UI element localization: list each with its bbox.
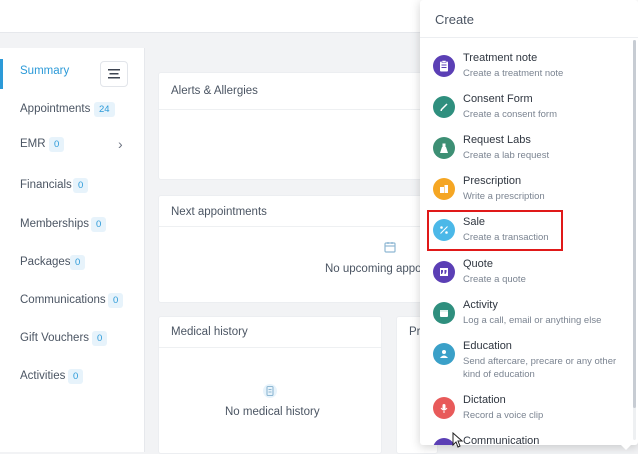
sidebar-item-summary[interactable]: Summary bbox=[0, 56, 144, 89]
card-title: Medical history bbox=[171, 326, 248, 338]
count-badge: 0 bbox=[70, 254, 86, 270]
create-menu-header: Create bbox=[435, 12, 475, 27]
sidebar-item-label: EMR bbox=[20, 138, 46, 150]
menu-item-consent-form[interactable]: Consent Form Create a consent form bbox=[420, 93, 634, 131]
count-badge: 0 bbox=[91, 216, 107, 232]
menu-item-activity[interactable]: Activity Log a call, email or anything e… bbox=[420, 299, 634, 337]
sidebar-item-memberships[interactable]: Memberships 0 bbox=[0, 209, 144, 239]
flask-icon bbox=[433, 137, 455, 159]
menu-item-title: Request Labs bbox=[463, 134, 531, 146]
count-badge: 0 bbox=[92, 330, 108, 346]
sidebar-item-label: Summary bbox=[20, 65, 70, 77]
sidebar-item-label: Gift Vouchers bbox=[20, 332, 90, 344]
menu-item-title: Dictation bbox=[463, 394, 506, 406]
sidebar-item-gift-vouchers[interactable]: Gift Vouchers 0 bbox=[0, 323, 144, 353]
menu-item-title: Treatment note bbox=[463, 52, 538, 64]
menu-item-description: Write a prescription bbox=[463, 191, 545, 202]
prescription-icon bbox=[433, 178, 455, 200]
sidebar-item-label: Communications bbox=[20, 294, 106, 306]
card-title: Alerts & Allergies bbox=[171, 85, 258, 97]
pen-icon bbox=[433, 96, 455, 118]
sidebar-item-emr[interactable]: EMR 0 › bbox=[0, 129, 144, 159]
count-badge: 0 bbox=[49, 136, 65, 152]
card-title: Pr bbox=[409, 326, 421, 338]
count-badge: 0 bbox=[108, 292, 124, 308]
menu-item-description: Log a call, email or anything else bbox=[463, 315, 602, 326]
sidebar-item-appointments[interactable]: Appointments 24 bbox=[0, 94, 144, 124]
menu-item-title: Education bbox=[463, 340, 512, 352]
count-badge: 0 bbox=[73, 177, 89, 193]
quote-icon bbox=[433, 261, 455, 283]
sidebar-item-financials[interactable]: Financials 0 bbox=[0, 170, 144, 200]
menu-item-quote[interactable]: Quote Create a quote bbox=[420, 258, 634, 296]
count-badge: 24 bbox=[94, 101, 115, 117]
empty-state-text: No medical history bbox=[225, 406, 320, 418]
sidebar-item-packages[interactable]: Packages 0 bbox=[0, 247, 144, 277]
sidebar-item-label: Packages bbox=[20, 256, 71, 268]
menu-divider bbox=[420, 37, 638, 38]
mic-icon bbox=[433, 397, 455, 419]
menu-item-description: Create a treatment note bbox=[463, 68, 564, 79]
menu-item-treatment-note[interactable]: Treatment note Create a treatment note bbox=[420, 52, 634, 90]
clipboard-icon bbox=[433, 55, 455, 77]
chevron-right-icon[interactable]: › bbox=[118, 136, 123, 152]
sidebar-item-activities[interactable]: Activities 0 bbox=[0, 361, 144, 391]
menu-item-title: Activity bbox=[463, 299, 498, 311]
menu-item-prescription[interactable]: Prescription Write a prescription bbox=[420, 175, 634, 213]
empty-state-text: No upcoming appoi bbox=[325, 263, 425, 275]
medical-history-card: Medical history No medical history bbox=[158, 316, 382, 454]
sidebar-item-communications[interactable]: Communications 0 bbox=[0, 285, 144, 315]
menu-item-description: Record a voice clip bbox=[463, 410, 544, 421]
card-divider bbox=[159, 347, 381, 348]
next-appointments-card: Next appointments No upcoming appoi bbox=[158, 195, 430, 303]
clipboard-icon bbox=[263, 384, 277, 398]
selection-highlight bbox=[427, 210, 563, 251]
user-icon bbox=[433, 343, 455, 365]
menu-item-dictation[interactable]: Dictation Record a voice clip bbox=[420, 394, 634, 432]
menu-item-title: Consent Form bbox=[463, 93, 533, 105]
menu-item-title: Communication bbox=[463, 435, 540, 445]
menu-caret bbox=[620, 444, 632, 450]
menu-item-description: Send aftercare, precare or any other kin… bbox=[463, 356, 617, 380]
menu-item-request-labs[interactable]: Request Labs Create a lab request bbox=[420, 134, 634, 172]
calendar-icon bbox=[384, 242, 396, 253]
sidebar-item-label: Financials bbox=[20, 179, 72, 191]
card-divider bbox=[159, 109, 429, 110]
card-divider bbox=[159, 226, 429, 227]
sidebar-item-label: Activities bbox=[20, 370, 66, 382]
menu-item-description: Create a lab request bbox=[463, 150, 550, 161]
count-badge: 0 bbox=[68, 368, 84, 384]
menu-item-description: Create a consent form bbox=[463, 109, 557, 120]
sidebar: Summary Appointments 24 EMR 0 › Financia… bbox=[0, 48, 145, 452]
menu-item-description: Create a quote bbox=[463, 274, 526, 285]
alerts-allergies-card: Alerts & Allergies bbox=[158, 72, 430, 180]
mouse-cursor-icon bbox=[452, 432, 464, 448]
menu-item-title: Prescription bbox=[463, 175, 522, 187]
sidebar-item-label: Appointments bbox=[20, 103, 91, 115]
card-title: Next appointments bbox=[171, 206, 267, 218]
sidebar-item-label: Memberships bbox=[20, 218, 90, 230]
menu-item-education[interactable]: Education Send aftercare, precare or any… bbox=[420, 340, 634, 388]
menu-item-title: Quote bbox=[463, 258, 493, 270]
calendar-icon bbox=[433, 302, 455, 324]
